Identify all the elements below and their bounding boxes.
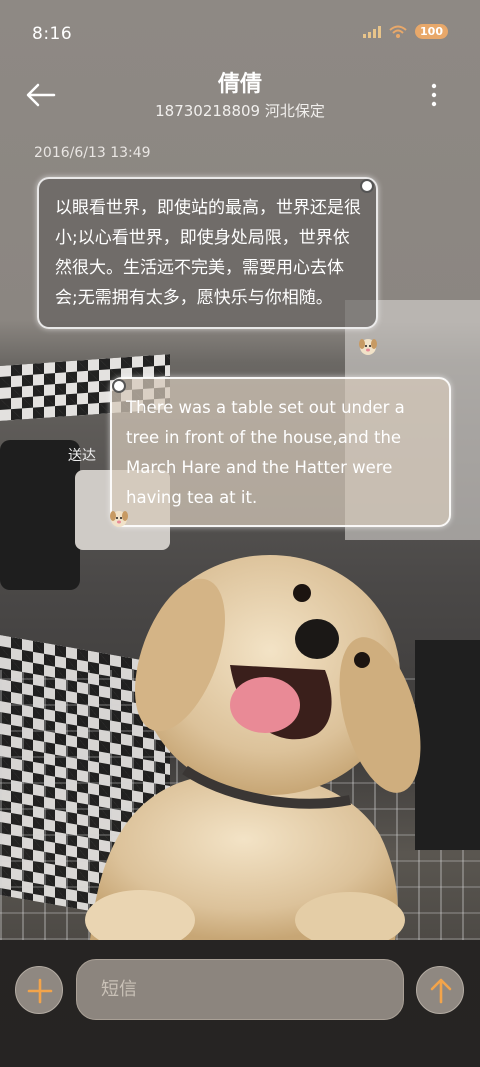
plus-icon xyxy=(27,978,53,1004)
status-icons: 100 xyxy=(363,24,448,39)
contact-number-location: 18730218809 河北保定 xyxy=(155,102,325,120)
puppy-sticker-icon xyxy=(110,511,128,527)
outgoing-message-bubble[interactable]: There was a table set out under a tree i… xyxy=(110,377,451,527)
add-attachment-button[interactable] xyxy=(15,966,63,1014)
arrow-up-icon xyxy=(430,978,452,1004)
signal-icon xyxy=(363,25,382,38)
wallpaper-puppy-image xyxy=(85,555,421,940)
status-time: 8:16 xyxy=(32,24,73,44)
wifi-icon xyxy=(389,25,407,38)
sms-input[interactable]: 短信 xyxy=(76,959,404,1020)
sms-input-placeholder: 短信 xyxy=(101,979,137,1000)
battery-icon: 100 xyxy=(415,24,448,39)
message-text: 以眼看世界，即使站的最高，世界还是很小;以心看世界，即使身处局限，世界依然很大。… xyxy=(55,198,361,308)
delivery-status: 送达 xyxy=(68,448,96,464)
message-timestamp: 2016/6/13 13:49 xyxy=(34,145,151,161)
more-vertical-icon[interactable] xyxy=(424,82,444,108)
status-bar: 8:16 100 xyxy=(0,0,480,66)
bubble-decoration-icon xyxy=(112,379,126,393)
puppy-sticker-icon xyxy=(359,339,377,355)
message-text: There was a table set out under a tree i… xyxy=(126,398,405,507)
incoming-message-bubble[interactable]: 以眼看世界，即使站的最高，世界还是很小;以心看世界，即使身处局限，世界依然很大。… xyxy=(37,177,378,329)
contact-name: 倩倩 xyxy=(217,72,262,97)
bubble-decoration-icon xyxy=(360,179,374,193)
send-button[interactable] xyxy=(416,966,464,1014)
